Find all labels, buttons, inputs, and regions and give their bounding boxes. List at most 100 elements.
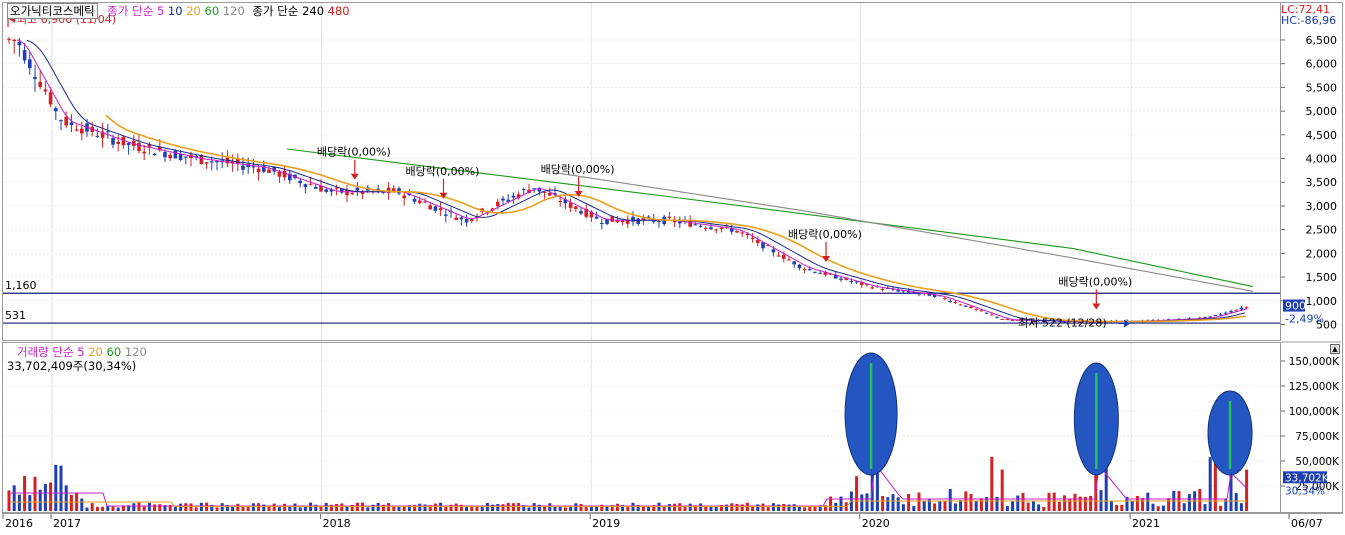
volume-bar (1130, 500, 1134, 511)
dividend-arrow-icon (1092, 303, 1101, 310)
volume-bar (605, 506, 609, 511)
candle-body (636, 218, 640, 224)
candle-body (771, 249, 776, 253)
volume-bar (1037, 504, 1041, 511)
price-change-label: -2,49% (1285, 313, 1324, 326)
volume-ma-120: 120 (124, 345, 147, 359)
volume-bar (194, 507, 198, 511)
ma-10-label: 10 (167, 4, 183, 18)
candle-body (698, 225, 703, 227)
volume-bar (246, 507, 250, 511)
candle-body (308, 183, 313, 185)
volume-bar (803, 507, 807, 511)
volume-bar (1161, 505, 1165, 511)
x-tick-label: 2017 (53, 517, 81, 530)
scroll-icon[interactable]: ▲ (1330, 344, 1340, 354)
candle-body (80, 128, 84, 134)
volume-chart (3, 343, 1280, 512)
level-high-label: 1,160 (5, 279, 37, 292)
volume-bar (1203, 504, 1207, 511)
volume-bar (257, 503, 261, 511)
candle-body (870, 287, 874, 289)
candle-body (917, 293, 921, 295)
volume-bar (454, 503, 458, 511)
volume-bar (1156, 506, 1160, 511)
candle-body (678, 221, 682, 224)
volume-bar (54, 464, 58, 511)
volume-bar (28, 495, 32, 511)
candle-body (964, 305, 968, 307)
candle-body (454, 217, 458, 220)
candle-body (168, 154, 172, 159)
volume-ma-5: 5 (77, 345, 85, 359)
candle-body (693, 224, 698, 226)
volume-bar (184, 503, 188, 511)
volume-bar (673, 503, 677, 511)
volume-ma-60: 60 (106, 345, 122, 359)
candle-body (28, 59, 32, 69)
volume-bar (527, 507, 531, 511)
volume-bar (1141, 498, 1145, 511)
candle-body (241, 165, 245, 170)
volume-bar (979, 498, 983, 511)
candle-body (470, 219, 474, 221)
volume-bar (740, 504, 744, 511)
volume-bar (860, 494, 864, 511)
volume-bar (288, 506, 292, 511)
candle-body (984, 312, 989, 314)
candle-body (116, 141, 120, 145)
volume-bar (943, 501, 947, 511)
volume-bar (1073, 493, 1077, 511)
candle-body (1213, 315, 1218, 317)
price-pane[interactable]: 1,160 531 배당락(0,00%) 배당락(0,00%) 배당락(0,00%) 배당… (2, 2, 1281, 341)
candle-body (813, 271, 817, 273)
price-tick-label: 4,500 (1306, 129, 1338, 142)
volume-bar (579, 504, 583, 511)
volume-bar (922, 500, 926, 511)
volume-bar (1063, 495, 1067, 511)
volume-bar (59, 465, 63, 511)
volume-bar (423, 504, 427, 511)
volume-bar (1219, 505, 1223, 511)
candle-body (54, 108, 58, 112)
volume-bar (101, 506, 105, 511)
candle-body (1229, 311, 1233, 313)
volume-bar (901, 504, 905, 511)
volume-current: 33,702,409주(30,34%) (7, 359, 137, 373)
right-axis-svg: 6,500 6,000 5,500 5,000 4,500 4,000 3,500 3,000… (1281, 34, 1341, 497)
volume-bar (891, 494, 895, 511)
ma20-line (105, 114, 1247, 323)
candle-body (59, 120, 63, 122)
right-axis[interactable]: 6,500 6,000 5,500 5,000 4,500 4,000 3,500 3,000… (1281, 2, 1343, 513)
candle-body (714, 229, 718, 231)
candle-body (444, 214, 448, 216)
hc-indicator: HC:-86,96 (1281, 14, 1337, 27)
volume-bar (969, 493, 973, 511)
volume-bar (569, 507, 573, 511)
price-tick-label: 1,000 (1306, 295, 1338, 308)
volume-bar (777, 504, 781, 511)
volume-bar (782, 503, 786, 511)
ma-240-label: 240 (302, 4, 325, 18)
volume-bar (153, 504, 157, 511)
volume-tick-label: 50,000K (1295, 456, 1340, 468)
volume-pane[interactable]: 거래량 단순 5 20 60 120 33,702,409주(30,34%) (2, 342, 1281, 513)
volume-bar (1151, 503, 1155, 511)
volume-bar (80, 498, 84, 511)
volume-bar (418, 503, 422, 511)
stock-name[interactable]: 오가닉티코스메틱 (7, 3, 98, 19)
volume-bar (626, 507, 630, 511)
candle-body (896, 290, 900, 292)
candle-body (298, 180, 302, 184)
candle-body (210, 161, 214, 163)
candle-body (1000, 318, 1004, 320)
candle-body (568, 202, 573, 208)
volume-tick-label: 150,000K (1289, 356, 1340, 368)
volume-bar (615, 503, 619, 511)
candle-body (735, 230, 739, 233)
price-tick-label: 5,500 (1306, 81, 1338, 94)
dividend-arrow-icon (822, 255, 831, 262)
candle-body (106, 131, 110, 133)
candle-body (418, 200, 422, 204)
volume-bar (1005, 506, 1009, 511)
